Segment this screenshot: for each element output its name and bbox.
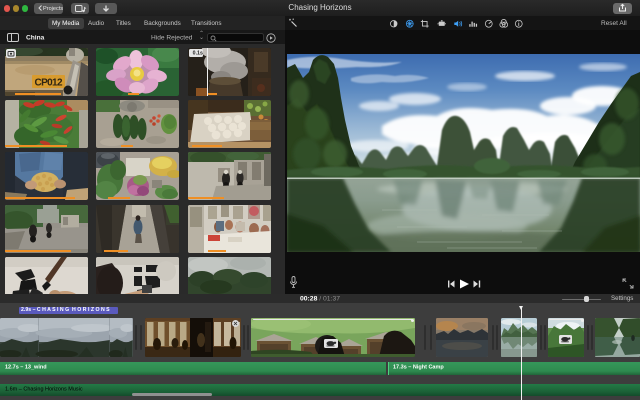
- svg-text:CP012: CP012: [34, 77, 62, 88]
